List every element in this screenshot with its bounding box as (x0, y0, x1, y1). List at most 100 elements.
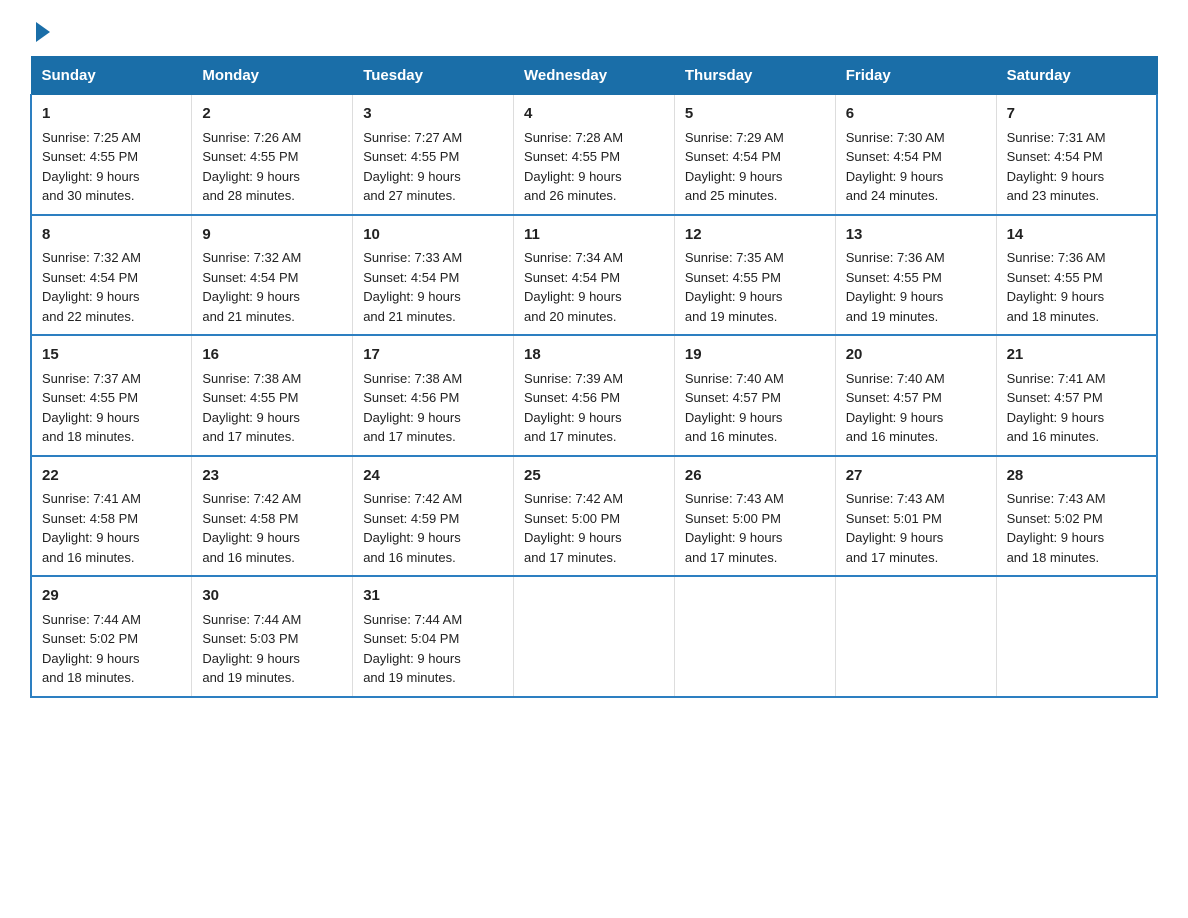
day-number: 9 (202, 224, 342, 247)
logo (30, 20, 50, 38)
calendar-cell: 27Sunrise: 7:43 AMSunset: 5:01 PMDayligh… (835, 456, 996, 577)
logo-arrow-icon (36, 22, 50, 42)
calendar-cell: 4Sunrise: 7:28 AMSunset: 4:55 PMDaylight… (514, 95, 675, 215)
calendar-cell: 29Sunrise: 7:44 AMSunset: 5:02 PMDayligh… (31, 576, 192, 697)
cell-sunrise: Sunrise: 7:35 AM (685, 250, 784, 265)
calendar-table: SundayMondayTuesdayWednesdayThursdayFrid… (30, 56, 1158, 698)
cell-sunset: Sunset: 4:55 PM (202, 390, 298, 405)
calendar-cell: 14Sunrise: 7:36 AMSunset: 4:55 PMDayligh… (996, 215, 1157, 336)
day-number: 14 (1007, 224, 1146, 247)
cell-sunset: Sunset: 4:55 PM (42, 390, 138, 405)
cell-sunset: Sunset: 4:55 PM (1007, 270, 1103, 285)
cell-daylight: Daylight: 9 hoursand 17 minutes. (202, 410, 300, 445)
cell-daylight: Daylight: 9 hoursand 17 minutes. (524, 530, 622, 565)
day-number: 15 (42, 344, 181, 367)
cell-sunset: Sunset: 4:55 PM (846, 270, 942, 285)
calendar-cell: 6Sunrise: 7:30 AMSunset: 4:54 PMDaylight… (835, 95, 996, 215)
day-number: 18 (524, 344, 664, 367)
cell-sunrise: Sunrise: 7:37 AM (42, 371, 141, 386)
column-header-tuesday: Tuesday (353, 57, 514, 95)
cell-daylight: Daylight: 9 hoursand 22 minutes. (42, 289, 140, 324)
day-number: 11 (524, 224, 664, 247)
cell-sunset: Sunset: 5:00 PM (685, 511, 781, 526)
cell-sunrise: Sunrise: 7:34 AM (524, 250, 623, 265)
cell-sunrise: Sunrise: 7:44 AM (42, 612, 141, 627)
calendar-week-row: 22Sunrise: 7:41 AMSunset: 4:58 PMDayligh… (31, 456, 1157, 577)
cell-sunset: Sunset: 4:59 PM (363, 511, 459, 526)
cell-sunrise: Sunrise: 7:41 AM (1007, 371, 1106, 386)
cell-sunset: Sunset: 4:58 PM (42, 511, 138, 526)
calendar-cell (674, 576, 835, 697)
cell-sunrise: Sunrise: 7:42 AM (524, 491, 623, 506)
calendar-header-row: SundayMondayTuesdayWednesdayThursdayFrid… (31, 57, 1157, 95)
day-number: 16 (202, 344, 342, 367)
calendar-cell: 20Sunrise: 7:40 AMSunset: 4:57 PMDayligh… (835, 335, 996, 456)
calendar-cell: 13Sunrise: 7:36 AMSunset: 4:55 PMDayligh… (835, 215, 996, 336)
cell-daylight: Daylight: 9 hoursand 27 minutes. (363, 169, 461, 204)
cell-sunrise: Sunrise: 7:33 AM (363, 250, 462, 265)
day-number: 8 (42, 224, 181, 247)
cell-sunrise: Sunrise: 7:32 AM (202, 250, 301, 265)
cell-sunrise: Sunrise: 7:42 AM (202, 491, 301, 506)
cell-sunrise: Sunrise: 7:41 AM (42, 491, 141, 506)
cell-sunset: Sunset: 5:02 PM (42, 631, 138, 646)
cell-daylight: Daylight: 9 hoursand 21 minutes. (202, 289, 300, 324)
calendar-cell: 1Sunrise: 7:25 AMSunset: 4:55 PMDaylight… (31, 95, 192, 215)
calendar-cell: 9 Sunrise: 7:32 AM Sunset: 4:54 PM Daylight… (192, 215, 353, 336)
page-header (30, 20, 1158, 38)
calendar-cell (835, 576, 996, 697)
cell-sunrise: Sunrise: 7:42 AM (363, 491, 462, 506)
cell-sunset: Sunset: 4:57 PM (846, 390, 942, 405)
cell-daylight: Daylight: 9 hoursand 24 minutes. (846, 169, 944, 204)
cell-sunset: Sunset: 4:54 PM (202, 270, 298, 285)
cell-sunset: Sunset: 4:55 PM (202, 149, 298, 164)
cell-daylight: Daylight: 9 hoursand 25 minutes. (685, 169, 783, 204)
cell-sunset: Sunset: 4:54 PM (685, 149, 781, 164)
calendar-cell: 31Sunrise: 7:44 AMSunset: 5:04 PMDayligh… (353, 576, 514, 697)
cell-daylight: Daylight: 9 hoursand 30 minutes. (42, 169, 140, 204)
cell-daylight: Daylight: 9 hoursand 17 minutes. (524, 410, 622, 445)
cell-daylight: Daylight: 9 hoursand 16 minutes. (363, 530, 461, 565)
cell-daylight: Daylight: 9 hoursand 18 minutes. (1007, 289, 1105, 324)
column-header-thursday: Thursday (674, 57, 835, 95)
day-number: 5 (685, 103, 825, 126)
cell-sunset: Sunset: 4:54 PM (846, 149, 942, 164)
day-number: 10 (363, 224, 503, 247)
day-number: 17 (363, 344, 503, 367)
cell-sunset: Sunset: 4:54 PM (524, 270, 620, 285)
cell-sunset: Sunset: 5:02 PM (1007, 511, 1103, 526)
day-number: 19 (685, 344, 825, 367)
day-number: 1 (42, 103, 181, 126)
cell-sunset: Sunset: 4:55 PM (42, 149, 138, 164)
cell-sunrise: Sunrise: 7:26 AM (202, 130, 301, 145)
column-header-monday: Monday (192, 57, 353, 95)
day-number: 3 (363, 103, 503, 126)
calendar-cell (996, 576, 1157, 697)
cell-daylight: Daylight: 9 hoursand 18 minutes. (1007, 530, 1105, 565)
day-number: 28 (1007, 465, 1146, 488)
cell-sunset: Sunset: 4:56 PM (363, 390, 459, 405)
calendar-cell: 3Sunrise: 7:27 AMSunset: 4:55 PMDaylight… (353, 95, 514, 215)
cell-sunrise: Sunrise: 7:38 AM (363, 371, 462, 386)
day-number: 27 (846, 465, 986, 488)
logo-top (30, 20, 50, 42)
day-number: 2 (202, 103, 342, 126)
calendar-cell: 25Sunrise: 7:42 AMSunset: 5:00 PMDayligh… (514, 456, 675, 577)
cell-sunrise: Sunrise: 7:27 AM (363, 130, 462, 145)
cell-sunrise: Sunrise: 7:40 AM (685, 371, 784, 386)
calendar-cell: 24Sunrise: 7:42 AMSunset: 4:59 PMDayligh… (353, 456, 514, 577)
column-header-saturday: Saturday (996, 57, 1157, 95)
calendar-cell: 18Sunrise: 7:39 AMSunset: 4:56 PMDayligh… (514, 335, 675, 456)
calendar-cell: 26Sunrise: 7:43 AMSunset: 5:00 PMDayligh… (674, 456, 835, 577)
cell-daylight: Daylight: 9 hoursand 19 minutes. (846, 289, 944, 324)
cell-daylight: Daylight: 9 hoursand 17 minutes. (363, 410, 461, 445)
cell-daylight: Daylight: 9 hoursand 19 minutes. (685, 289, 783, 324)
cell-sunrise: Sunrise: 7:38 AM (202, 371, 301, 386)
cell-sunrise: Sunrise: 7:32 AM (42, 250, 141, 265)
day-number: 20 (846, 344, 986, 367)
cell-sunrise: Sunrise: 7:29 AM (685, 130, 784, 145)
cell-sunrise: Sunrise: 7:43 AM (685, 491, 784, 506)
cell-sunrise: Sunrise: 7:36 AM (846, 250, 945, 265)
cell-sunset: Sunset: 4:57 PM (685, 390, 781, 405)
cell-sunrise: Sunrise: 7:44 AM (363, 612, 462, 627)
